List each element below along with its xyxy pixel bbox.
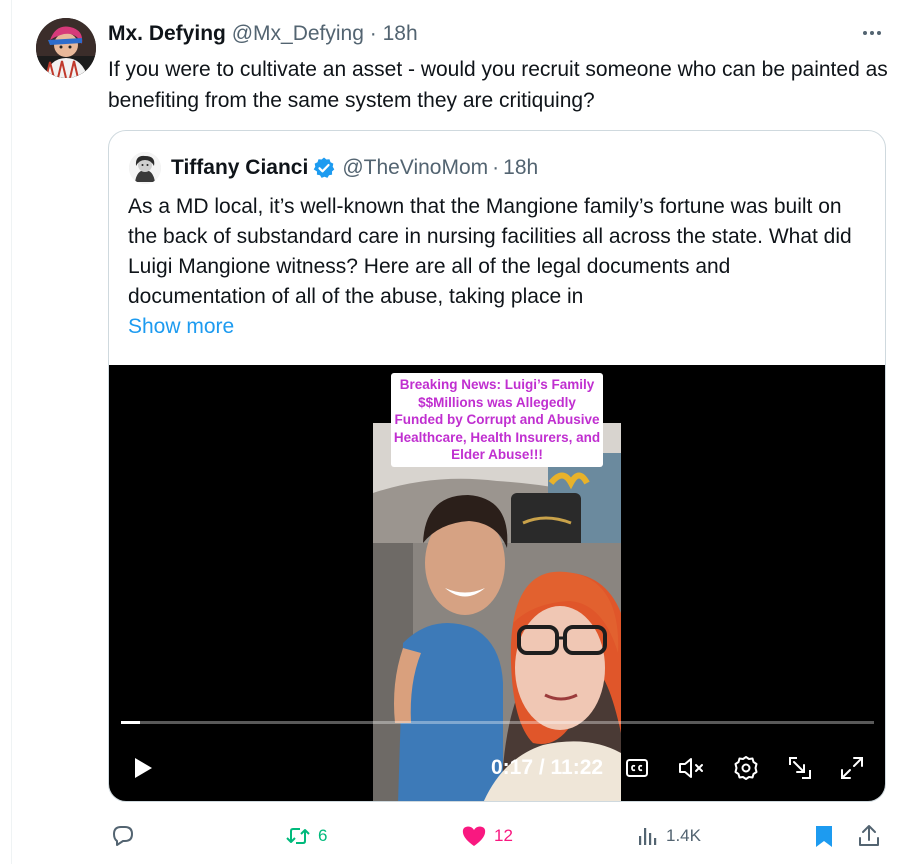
analytics-icon [639, 828, 657, 845]
more-dots-icon [863, 31, 867, 35]
author-name[interactable]: Mx. Defying [108, 22, 226, 45]
video-frame [373, 423, 621, 801]
mute-button[interactable] [675, 750, 709, 786]
tweet-text: If you were to cultivate an asset - woul… [108, 58, 888, 112]
quoted-timestamp[interactable]: 18h [503, 153, 538, 183]
quoted-author-handle[interactable]: @TheVinoMom [342, 153, 488, 183]
video-time-display: 0:17 / 11:22 [491, 756, 604, 779]
mute-icon [679, 758, 703, 778]
minimize-icon [789, 757, 811, 779]
quoted-header-separator: · [492, 156, 500, 179]
views-count: 1.4K [666, 826, 701, 845]
video-progress-bar[interactable] [121, 721, 874, 724]
reply-icon [113, 826, 133, 846]
closed-captions-icon [626, 759, 648, 777]
video-progress-fill [121, 721, 140, 724]
share-button[interactable] [856, 818, 882, 854]
bookmark-button[interactable] [812, 818, 836, 854]
quoted-tweet-text: As a MD local, it’s well-known that the … [128, 195, 852, 308]
settings-button[interactable] [729, 750, 763, 786]
like-button[interactable]: 12 [460, 818, 513, 854]
views-button[interactable]: 1.4K [636, 818, 701, 854]
reply-button[interactable] [110, 818, 142, 854]
tweet-timestamp[interactable]: 18h [383, 22, 418, 45]
fullscreen-icon [841, 757, 863, 779]
author-handle[interactable]: @Mx_Defying [232, 22, 364, 45]
quoted-author-avatar[interactable] [129, 152, 161, 184]
header-separator: · [369, 22, 377, 45]
settings-icon [734, 756, 758, 780]
tweet-action-bar: 6 12 1.4K [108, 818, 888, 854]
author-avatar[interactable] [36, 18, 96, 78]
share-icon [859, 825, 879, 846]
quoted-tweet-header: Tiffany Cianci @TheVinoMom · 18h [171, 153, 542, 183]
bookmark-icon [816, 826, 832, 847]
retweet-count: 6 [318, 826, 328, 845]
captions-button[interactable] [621, 750, 653, 786]
minimize-player-button[interactable] [783, 750, 817, 786]
more-options-button[interactable] [854, 18, 890, 48]
tweet-header: Mx. Defying @Mx_Defying · 18h [108, 20, 418, 48]
heart-icon [462, 826, 486, 846]
retweet-icon [286, 828, 310, 844]
fullscreen-button[interactable] [835, 750, 869, 786]
quoted-tweet-card[interactable]: Tiffany Cianci @TheVinoMom · 18h As a MD… [108, 130, 886, 802]
play-button[interactable] [127, 750, 157, 786]
timeline-border [11, 0, 12, 864]
video-caption-overlay: Breaking News: Luigi’s Family $$Millions… [391, 373, 603, 467]
play-icon [135, 758, 152, 778]
verified-badge-icon [312, 156, 336, 180]
show-more-link[interactable]: Show more [128, 312, 234, 342]
video-player[interactable]: Breaking News: Luigi’s Family $$Millions… [109, 365, 885, 801]
quoted-author-name[interactable]: Tiffany Cianci [171, 153, 308, 183]
like-count: 12 [494, 826, 513, 845]
retweet-button[interactable]: 6 [284, 818, 327, 854]
